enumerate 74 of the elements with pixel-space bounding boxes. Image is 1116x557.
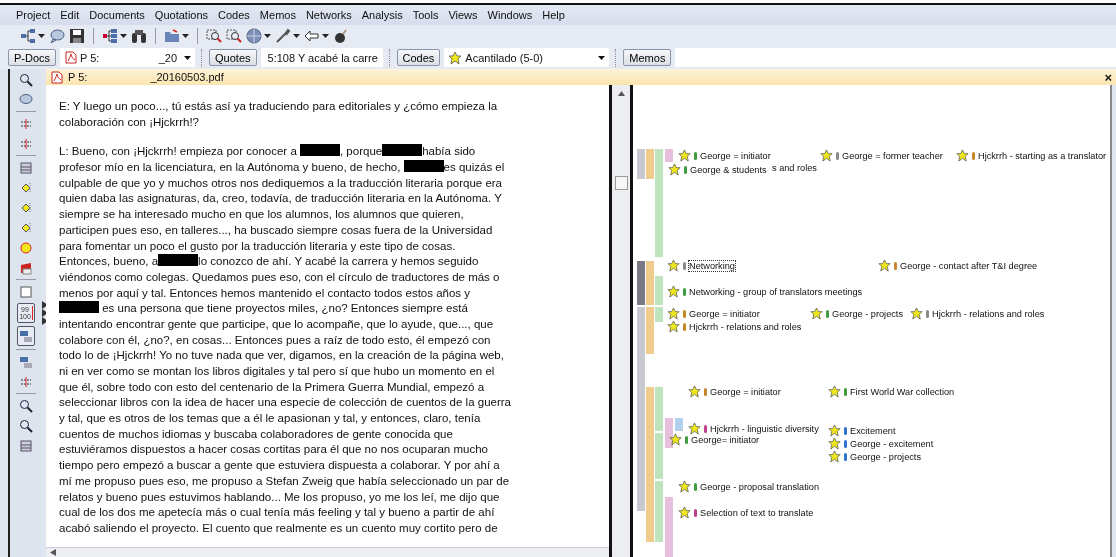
document-title: P 5: bbox=[68, 71, 88, 83]
menu-item[interactable]: Views bbox=[448, 9, 478, 21]
code-label[interactable]: George = initiator bbox=[689, 308, 760, 319]
code-label[interactable]: Selection of text to translate bbox=[700, 507, 814, 518]
code-label[interactable]: George - contact after T&I degree bbox=[900, 260, 1038, 271]
document-text: para fomentar un poco el gusto por la traducción literaria y este tipo de cosas. bbox=[59, 239, 456, 252]
menu-item[interactable]: Memos bbox=[259, 9, 296, 21]
document-text: había sido bbox=[422, 145, 476, 158]
memos-button[interactable]: Memos bbox=[623, 49, 672, 66]
menu-item[interactable]: Analysis bbox=[361, 9, 403, 21]
code-label[interactable]: George = former teacher bbox=[842, 150, 943, 161]
code-label[interactable]: Networking bbox=[689, 260, 735, 271]
document-text: lo conozco de ahí. Y acabé la carrera y hemos seguido bbox=[198, 255, 479, 268]
document-text: relatos y bueno pues estuvimos hablando... Me los propuso, yo me los leí, me dijo que bbox=[59, 490, 500, 503]
code-label[interactable]: Networking - group of translators meetings bbox=[689, 286, 863, 297]
document-text: viéndonos como colegas. Quedamos pues eso, con el círculo de traductores de más o bbox=[59, 270, 500, 283]
close-button[interactable]: × bbox=[1104, 69, 1112, 85]
document-text: L: Bueno, con ¡Hjckrrh! empieza por conocer a bbox=[59, 145, 298, 158]
code-label[interactable]: George - projects bbox=[850, 451, 921, 462]
code-label[interactable]: Hjckrrh - linguistic diversity bbox=[710, 423, 819, 434]
code-label[interactable]: Excitement bbox=[850, 425, 896, 436]
document-text: menos por aquí y tal. Entonces hemos mantenido el contacto todos estos años y bbox=[59, 286, 471, 299]
document-text: y tal, que es otros de los temas que a él le apasionan y tal, y entonces, claro, tenía bbox=[59, 412, 481, 425]
menu-item[interactable]: Tools bbox=[412, 9, 439, 21]
document-text: E: Y luego un poco..., tú estás así ya traduciendo para editoriales y ¿cómo empieza la bbox=[59, 100, 498, 112]
codes-button[interactable]: Codes bbox=[396, 49, 441, 66]
document-text: , porque bbox=[340, 145, 383, 158]
menu-item[interactable]: Codes bbox=[218, 9, 250, 21]
quotation-dropdown[interactable]: 5:108 Y acabé la carre bbox=[260, 48, 383, 67]
document-text: seleccionar libros con la idea de hacer una especie de colección de cuentos de la guerra bbox=[59, 396, 511, 409]
document-text: colaboración con ¡Hjckrrh!? bbox=[59, 115, 199, 128]
document-text: estuviéramos dispuestos a hacer cosas cortitas para él que no nos ocuparan mucho bbox=[59, 443, 488, 456]
document-text: colabore con él, ¿no?, en cosas... Entonces pues a raíz de todo esto, él empezó con bbox=[59, 333, 491, 346]
document-text: culpable de que yo y muchos otros nos dediquemos a la traducción literaria porque era bbox=[59, 176, 502, 189]
document-text: siempre se ha interesado mucho en que los alumnos, los alumnos que quieren, bbox=[59, 208, 464, 221]
code-label[interactable]: Hjckrrh - relations and roles bbox=[932, 308, 1045, 319]
document-text: acabó saliendo el proyecto. El cuento que realmente es un cuento muy cortito pero de bbox=[59, 521, 498, 534]
document-dropdown[interactable]: P 5: _20 bbox=[60, 48, 196, 67]
document-text: ni en ver como se montan los libros digitales y tal pero sí que hubo un momento en el bbox=[59, 365, 495, 377]
p-docs-button[interactable]: P-Docs bbox=[8, 49, 57, 66]
menu-item[interactable]: Quotations bbox=[154, 9, 209, 21]
document-text: participen pues eso, en talleres..., ha buscado siempre cosas fuera de la Universidad bbox=[59, 223, 493, 236]
code-label[interactable]: George & students bbox=[690, 164, 767, 175]
menu-item[interactable]: Edit bbox=[60, 9, 80, 21]
document-text: es quizás el bbox=[443, 161, 505, 174]
code-label[interactable]: George= initiator bbox=[691, 434, 760, 445]
document-title: _20160503.pdf bbox=[150, 71, 224, 83]
menu-item[interactable]: Project bbox=[16, 9, 51, 21]
document-text: cuentos de muchos idiomas y buscaba colaboradores de gente conocida que bbox=[59, 427, 453, 440]
code-label: s and roles bbox=[771, 161, 818, 174]
code-label[interactable]: George - projects bbox=[832, 308, 903, 319]
code-dropdown[interactable]: Acantilado (5-0) bbox=[444, 48, 610, 67]
menu-item[interactable]: Windows bbox=[487, 9, 533, 21]
code-label[interactable]: George - proposal translation bbox=[700, 481, 819, 492]
menu-item[interactable]: Networks bbox=[305, 9, 352, 21]
code-label[interactable]: First World War collection bbox=[850, 386, 955, 397]
document-text: tiempo pero empezó a buscar a gente que estuviera dispuesta a colaborar. Y por ahí a bbox=[59, 459, 500, 472]
code-label[interactable]: Hjckrrh - starting as a translator bbox=[978, 150, 1107, 161]
document-text: es una persona que tiene proyectos miles, ¿no? Entonces siempre está bbox=[101, 302, 468, 315]
code-label[interactable]: Hjckrrh - relations and roles bbox=[689, 321, 802, 332]
document-text: mí me propuso pues eso, me propuso a Stefan Zweig que había seleccionado un par de bbox=[59, 474, 510, 487]
menu-item[interactable]: Documents bbox=[89, 9, 145, 21]
document-text: profesor mío en la licenciatura, en la Autónoma y bueno, de hecho, bbox=[59, 161, 402, 174]
document-text: Entonces, bueno, a bbox=[59, 255, 159, 268]
document-text: intentando encontrar gente que participe, que lo acompañe, que lo ayude, que..., que bbox=[59, 317, 494, 330]
menu-item[interactable]: Help bbox=[542, 9, 565, 21]
document-text: que él, sobre todo con esto del centenario de la Primera Guerra Mundial, empezó a bbox=[59, 380, 485, 393]
document-text: todo lo de ¡Hjckrrh! Yo no tuve nada que ver, digamos, en la creación de la página web, bbox=[59, 349, 504, 362]
document-text: quien daba las asignaturas, da, creo, todavía, de traducción literaria en la Autónoma. Y bbox=[59, 192, 502, 205]
document-text: cual de los dos me apetecía más o cual tenía más feeling y tal y bueno a partir de ahí bbox=[59, 506, 495, 519]
code-label[interactable]: George - excitement bbox=[850, 438, 934, 449]
code-label[interactable]: George = initiator bbox=[700, 150, 771, 161]
quotes-button[interactable]: Quotes bbox=[209, 49, 257, 66]
code-label[interactable]: George = initiator bbox=[710, 386, 781, 397]
